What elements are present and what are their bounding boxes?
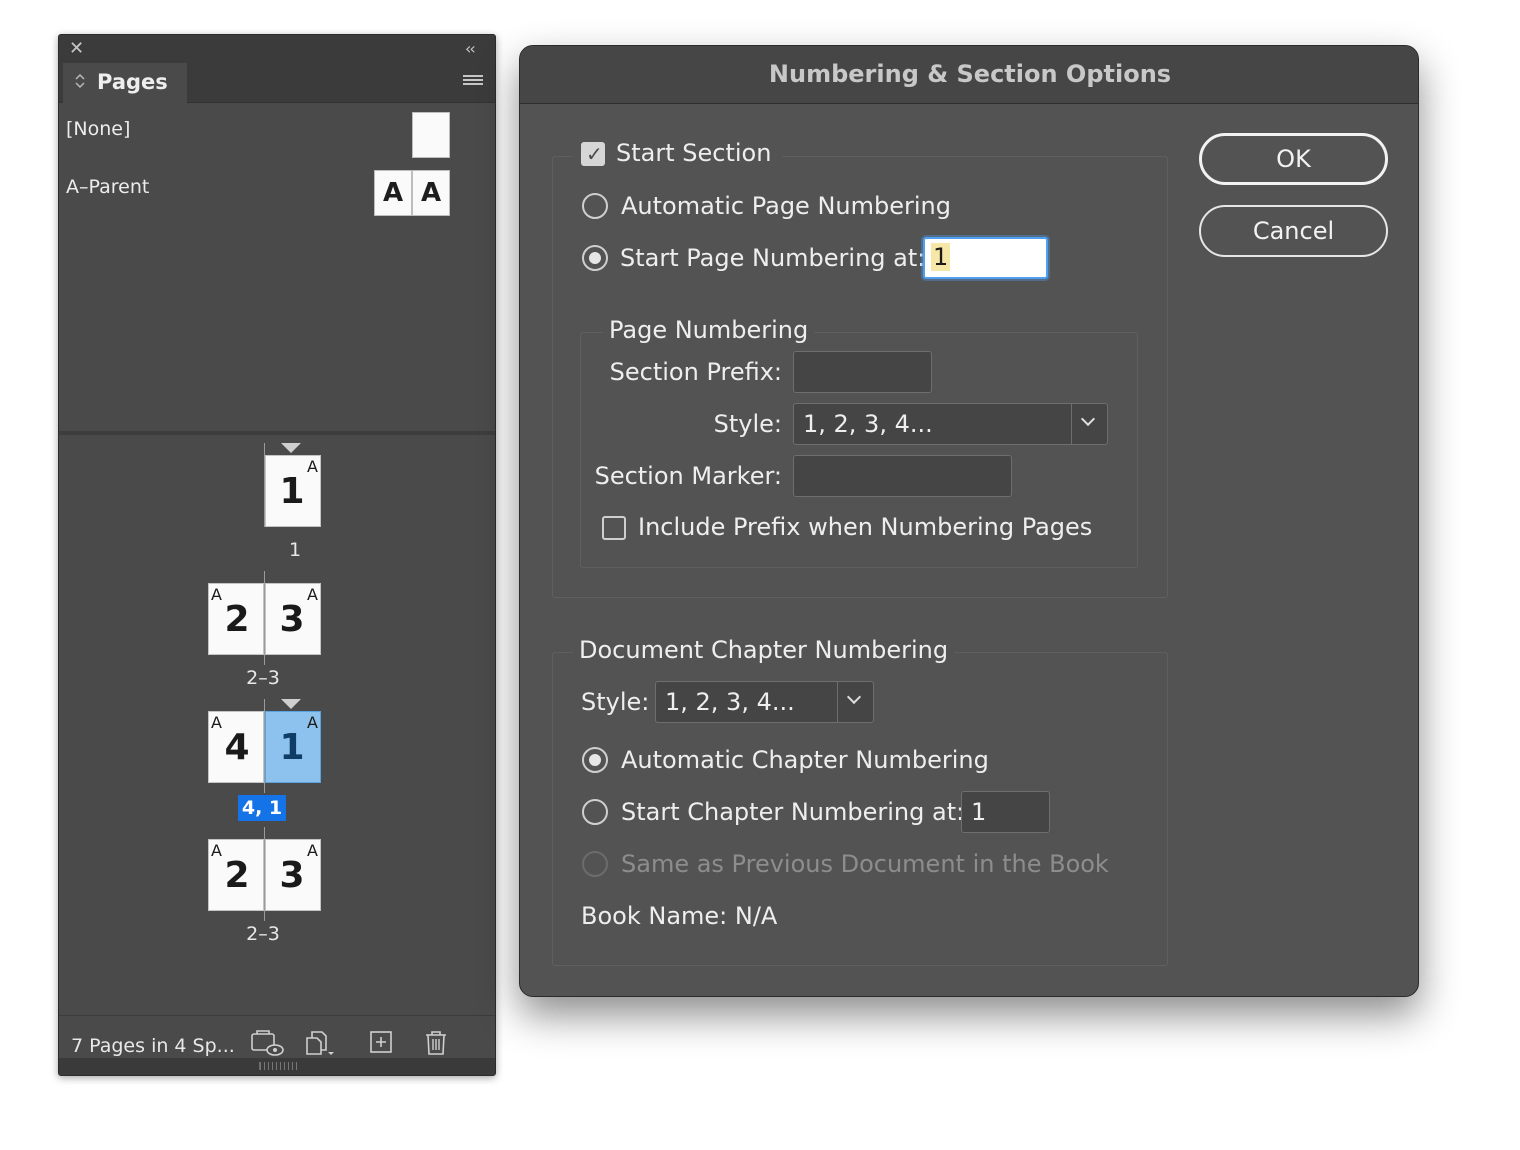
- pages-panel: ✕ ‹‹ Pages [None] A–Parent A A 1 A 1 2 A…: [58, 34, 496, 1076]
- section-marker-label: Section Marker:: [594, 462, 782, 490]
- panel-tab-strip: Pages: [59, 63, 495, 104]
- start-chapter-number-input[interactable]: 1: [961, 791, 1050, 833]
- start-page-number-value: 1: [931, 243, 951, 271]
- page-count-status: 7 Pages in 4 Sp...: [71, 1035, 235, 1057]
- spread-caption[interactable]: 1: [255, 539, 335, 561]
- parent-none-label[interactable]: [None]: [66, 117, 130, 141]
- page-parent-prefix: A: [307, 841, 318, 860]
- chapter-style-label: Style:: [581, 688, 650, 716]
- page-thumbnail[interactable]: 3 A: [265, 583, 321, 655]
- page-number: 3: [279, 855, 305, 896]
- delete-page-icon[interactable]: [421, 1028, 455, 1058]
- collapse-panel-icon[interactable]: ‹‹: [465, 38, 476, 60]
- grip-icon: [259, 1062, 297, 1070]
- page-thumbnail[interactable]: 2 A: [208, 583, 264, 655]
- include-prefix-label[interactable]: Include Prefix when Numbering Pages: [638, 512, 1092, 542]
- page-thumbnail[interactable]: 1 A: [265, 455, 321, 527]
- chevron-down-icon: [846, 689, 862, 705]
- chapter-style-dropdown-button[interactable]: [837, 682, 873, 722]
- page-style-select[interactable]: 1, 2, 3, 4...: [793, 403, 1108, 445]
- start-chapter-numbering-label[interactable]: Start Chapter Numbering at:: [621, 797, 964, 827]
- chapter-numbering-legend: Document Chapter Numbering: [573, 635, 955, 665]
- page-parent-prefix: A: [211, 713, 222, 732]
- page-parent-prefix: A: [307, 585, 318, 604]
- edit-page-size-icon[interactable]: [249, 1028, 284, 1058]
- section-prefix-input[interactable]: [793, 351, 932, 393]
- page-thumbnail[interactable]: 3 A: [265, 839, 321, 911]
- start-page-numbering-radio[interactable]: [582, 245, 608, 271]
- tab-pages[interactable]: Pages: [63, 63, 187, 104]
- page-style-label: Style:: [713, 410, 782, 438]
- panel-menu-icon[interactable]: [463, 75, 483, 89]
- automatic-page-numbering-radio[interactable]: [582, 193, 608, 219]
- page-style-dropdown-button[interactable]: [1071, 404, 1107, 444]
- page-number: 3: [279, 599, 305, 640]
- checkmark-icon: ✓: [586, 142, 603, 166]
- resize-grip[interactable]: [59, 1058, 495, 1075]
- parent-a-right-thumbnail[interactable]: A: [412, 170, 450, 216]
- automatic-chapter-numbering-label[interactable]: Automatic Chapter Numbering: [621, 745, 989, 775]
- panel-divider[interactable]: [59, 431, 495, 435]
- parent-none-thumbnail[interactable]: [412, 112, 450, 158]
- start-page-number-input[interactable]: 1: [923, 237, 1048, 279]
- parent-a-letter: A: [420, 178, 442, 208]
- page-number: 1: [279, 471, 305, 512]
- new-page-icon[interactable]: [367, 1028, 401, 1058]
- parent-a-letter: A: [382, 178, 404, 208]
- page-style-value: 1, 2, 3, 4...: [803, 410, 933, 438]
- page-parent-prefix: A: [307, 713, 318, 732]
- page-number: 2: [224, 599, 250, 640]
- section-prefix-label: Section Prefix:: [609, 358, 782, 386]
- automatic-chapter-numbering-radio[interactable]: [582, 747, 608, 773]
- spread-caption[interactable]: 2–3: [223, 667, 303, 689]
- page-thumbnail[interactable]: 2 A: [208, 839, 264, 911]
- start-chapter-numbering-radio[interactable]: [582, 799, 608, 825]
- section-start-marker-icon: [281, 443, 301, 453]
- tab-pages-label: Pages: [97, 70, 168, 94]
- tab-updown-icon: [75, 73, 85, 94]
- page-thumbnail-selected[interactable]: 1 A: [265, 711, 321, 783]
- chapter-style-select[interactable]: 1, 2, 3, 4...: [655, 681, 874, 723]
- include-prefix-checkbox[interactable]: [602, 516, 626, 540]
- page-number: 1: [279, 727, 305, 768]
- cancel-button[interactable]: Cancel: [1199, 205, 1388, 257]
- dialog-title: Numbering & Section Options: [768, 60, 1172, 88]
- start-section-checkbox[interactable]: ✓: [581, 142, 605, 166]
- start-page-numbering-label[interactable]: Start Page Numbering at:: [620, 243, 925, 273]
- new-parent-icon[interactable]: [304, 1028, 338, 1058]
- page-thumbnail[interactable]: 4 A: [208, 711, 264, 783]
- spread-caption[interactable]: 2–3: [223, 923, 303, 945]
- same-as-previous-radio: [582, 851, 608, 877]
- panel-top-bar: ✕ ‹‹: [59, 35, 495, 63]
- section-start-marker-icon: [281, 699, 301, 709]
- chapter-style-value: 1, 2, 3, 4...: [665, 688, 795, 716]
- automatic-page-numbering-label[interactable]: Automatic Page Numbering: [621, 191, 951, 221]
- page-numbering-legend: Page Numbering: [603, 315, 815, 345]
- ok-button[interactable]: OK: [1199, 133, 1388, 185]
- spread-caption-selected[interactable]: 4, 1: [238, 795, 286, 821]
- dialog-title-bar: Numbering & Section Options: [520, 46, 1418, 104]
- start-section-label[interactable]: Start Section: [616, 138, 771, 168]
- page-number: 4: [224, 727, 250, 768]
- page-parent-prefix: A: [211, 585, 222, 604]
- page-parent-prefix: A: [307, 457, 318, 476]
- numbering-section-dialog: Numbering & Section Options ✓ Start Sect…: [519, 45, 1419, 997]
- parent-a-label[interactable]: A–Parent: [66, 175, 149, 199]
- section-marker-input[interactable]: [793, 455, 1012, 497]
- close-icon[interactable]: ✕: [69, 38, 84, 60]
- parent-a-left-thumbnail[interactable]: A: [374, 170, 412, 216]
- book-name-text: Book Name: N/A: [581, 902, 778, 930]
- same-as-previous-label: Same as Previous Document in the Book: [621, 850, 1109, 878]
- page-parent-prefix: A: [211, 841, 222, 860]
- page-number: 2: [224, 855, 250, 896]
- chevron-down-icon: [1080, 411, 1096, 427]
